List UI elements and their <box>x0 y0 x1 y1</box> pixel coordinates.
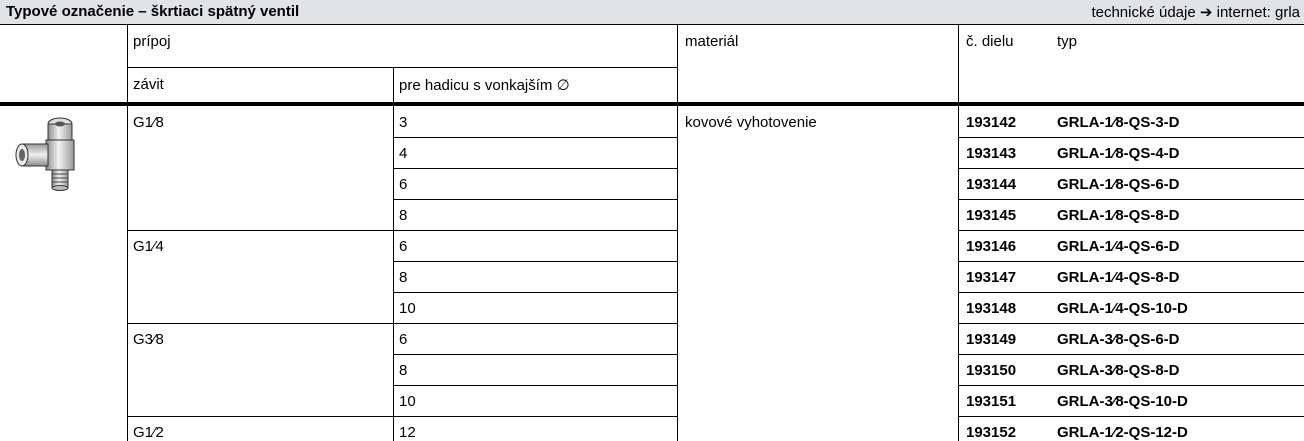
type-cell: GRLA-1⁄4-QS-8-D <box>1057 269 1180 286</box>
type-cell: GRLA-1⁄8-QS-8-D <box>1057 207 1180 224</box>
row-divider <box>958 292 1304 293</box>
row-divider <box>393 292 677 293</box>
grid-line <box>127 25 128 441</box>
header-typ: typ <box>1057 33 1078 50</box>
row-divider <box>127 230 677 231</box>
type-cell: GRLA-1⁄4-QS-10-D <box>1057 300 1188 317</box>
row-divider <box>393 354 677 355</box>
hose-size-cell: 3 <box>399 114 408 131</box>
row-divider <box>127 416 677 417</box>
row-divider <box>958 261 1304 262</box>
part-number-cell: 193151 <box>966 393 1017 410</box>
part-number-cell: 193148 <box>966 300 1017 317</box>
hose-size-cell: 6 <box>399 238 408 255</box>
internet-link[interactable]: internet: grla <box>1217 4 1300 21</box>
row-divider <box>393 137 677 138</box>
header-zavit: závit <box>133 76 164 93</box>
row-divider <box>958 416 1304 417</box>
hose-size-cell: 6 <box>399 331 408 348</box>
part-number-cell: 193145 <box>966 207 1017 224</box>
type-cell: GRLA-3⁄8-QS-8-D <box>1057 362 1180 379</box>
row-divider <box>958 137 1304 138</box>
header-hadica: pre hadicu s vonkajším ∅ <box>399 77 570 94</box>
row-divider <box>958 323 1304 324</box>
type-cell: GRLA-1⁄4-QS-6-D <box>1057 238 1180 255</box>
hose-size-cell: 10 <box>399 393 416 410</box>
part-number-cell: 193152 <box>966 424 1017 441</box>
thread-cell: G1⁄8 <box>133 114 164 131</box>
row-divider <box>958 230 1304 231</box>
grid-line <box>958 25 959 441</box>
thread-cell: G3⁄8 <box>133 331 164 348</box>
hose-size-cell: 8 <box>399 362 408 379</box>
part-number-cell: 193149 <box>966 331 1017 348</box>
hose-size-cell: 8 <box>399 207 408 224</box>
row-divider <box>958 385 1304 386</box>
hose-size-cell: 12 <box>399 424 416 441</box>
title-bar: Typové označenie – škrtiaci spätný venti… <box>0 0 1304 25</box>
page-title: Typové označenie – škrtiaci spätný venti… <box>6 3 300 20</box>
row-divider <box>127 323 677 324</box>
type-cell: GRLA-1⁄8-QS-3-D <box>1057 114 1180 131</box>
thread-cell: G1⁄4 <box>133 238 164 255</box>
type-cell: GRLA-3⁄8-QS-6-D <box>1057 331 1180 348</box>
grid-line <box>393 106 394 441</box>
hose-size-cell: 10 <box>399 300 416 317</box>
header-pripoj: prípoj <box>133 33 171 50</box>
header-material: materiál <box>685 33 739 50</box>
row-divider <box>393 385 677 386</box>
row-divider <box>958 199 1304 200</box>
tech-data-label: technické údaje <box>1091 4 1196 21</box>
hose-size-cell: 8 <box>399 269 408 286</box>
material-cell: kovové vyhotovenie <box>685 114 817 131</box>
hose-size-cell: 6 <box>399 176 408 193</box>
part-number-cell: 193143 <box>966 145 1017 162</box>
type-cell: GRLA-3⁄8-QS-10-D <box>1057 393 1188 410</box>
grid-line <box>677 25 678 441</box>
part-number-cell: 193146 <box>966 238 1017 255</box>
thread-cell: G1⁄2 <box>133 424 164 441</box>
arrow-right-icon: ➔ <box>1199 3 1213 21</box>
part-number-cell: 193147 <box>966 269 1017 286</box>
valve-product-image <box>15 117 75 191</box>
part-number-cell: 193144 <box>966 176 1017 193</box>
row-divider <box>958 168 1304 169</box>
header-divider <box>127 67 677 68</box>
part-number-cell: 193142 <box>966 114 1017 131</box>
type-cell: GRLA-1⁄8-QS-6-D <box>1057 176 1180 193</box>
part-number-cell: 193150 <box>966 362 1017 379</box>
row-divider <box>393 168 677 169</box>
row-divider <box>393 261 677 262</box>
type-cell: GRLA-1⁄2-QS-12-D <box>1057 424 1188 441</box>
row-divider <box>958 354 1304 355</box>
hose-size-cell: 4 <box>399 145 408 162</box>
tech-data-note: technické údaje ➔ internet: grla <box>1091 3 1300 21</box>
grid-line <box>393 67 394 102</box>
type-cell: GRLA-1⁄8-QS-4-D <box>1057 145 1180 162</box>
header-rule <box>0 102 1304 106</box>
header-diel: č. dielu <box>966 33 1014 50</box>
row-divider <box>393 199 677 200</box>
